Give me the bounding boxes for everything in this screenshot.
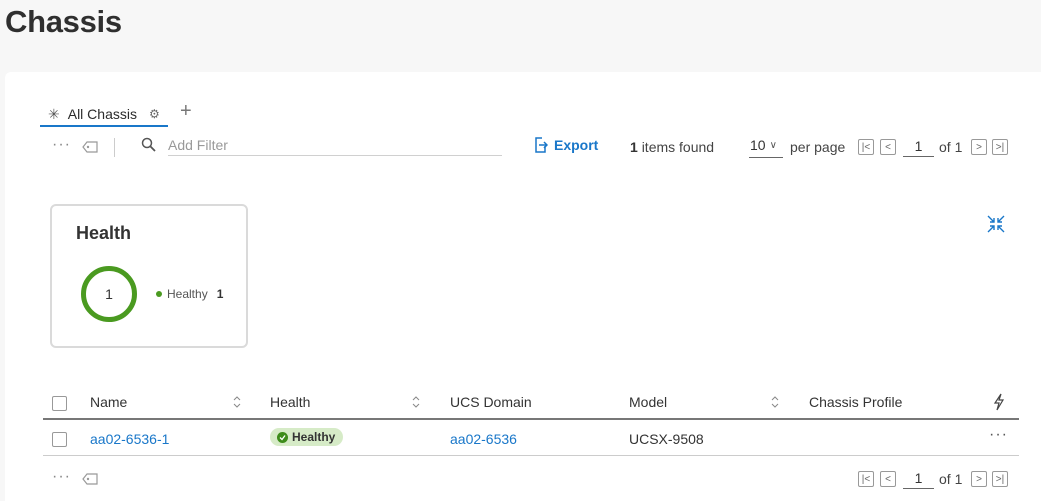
add-tab-icon[interactable]: + [180,100,192,123]
table-row: aa02-6536-1 Healthy aa02-6536 UCSX-9508 … [43,420,1019,456]
status-badge-label: Healthy [292,430,336,444]
tag-icon[interactable] [82,473,98,485]
page-number-input[interactable] [903,467,934,489]
gear-icon[interactable]: ⚙ [149,107,160,121]
row-model: UCSX-9508 [629,431,704,447]
more-actions-icon[interactable]: ··· [52,468,71,486]
chevron-down-icon: ∨ [769,139,777,151]
bolt-icon[interactable] [993,393,1005,411]
toolbar: ··· Export 1 items found 10 ∨ per page [5,134,1041,160]
first-page-button[interactable]: |< [858,471,874,487]
tag-icon[interactable] [82,141,98,153]
health-total: 1 [105,286,113,302]
page-title: Chassis [5,4,122,39]
check-icon [277,431,288,443]
export-button[interactable]: Export [533,137,598,153]
page-total: of 1 [939,471,963,487]
bottom-toolbar: ··· |< < of 1 > >| [5,466,1041,492]
health-donut[interactable]: 1 [81,266,137,322]
next-page-button[interactable]: > [971,139,987,155]
items-found: 1 items found [630,139,714,155]
column-header-ucs-domain[interactable]: UCS Domain [450,394,532,410]
last-page-button[interactable]: >| [992,471,1008,487]
tab-all-chassis[interactable]: ✳ All Chassis ⚙ [40,103,168,127]
export-label: Export [554,137,599,153]
items-found-label: items found [641,139,715,155]
per-page-select[interactable]: 10 ∨ [749,136,783,158]
widget-title: Health [76,223,132,243]
table-header: Name Health UCS Domain Model Chassis Pro… [43,390,1019,420]
toolbar-divider [114,138,115,157]
page-number-input[interactable] [903,135,934,157]
collapse-icon[interactable] [987,215,1005,233]
column-header-health[interactable]: Health [270,394,310,410]
health-widget: Health 1 Healthy 1 [50,204,248,348]
asterisk-icon: ✳ [48,105,60,122]
export-icon [535,137,548,153]
select-all-checkbox[interactable] [52,396,67,411]
status-badge: Healthy [270,428,344,446]
per-page-value: 10 [750,137,766,153]
legend-item-healthy[interactable]: Healthy 1 [156,287,223,301]
legend-dot [156,291,162,297]
row-checkbox[interactable] [52,432,67,447]
legend-label: Healthy [167,287,208,301]
sort-icon[interactable] [233,396,241,408]
column-header-model[interactable]: Model [629,394,667,410]
prev-page-button[interactable]: < [880,139,896,155]
sort-icon[interactable] [771,396,779,408]
row-ucs-domain-link[interactable]: aa02-6536 [450,431,517,447]
legend-count: 1 [216,287,224,301]
page-total: of 1 [939,139,963,155]
per-page-label: per page [790,139,846,155]
items-count: 1 [630,139,638,155]
more-actions-icon[interactable]: ··· [52,136,71,154]
tab-label: All Chassis [67,106,137,122]
column-header-name[interactable]: Name [90,394,127,410]
column-header-chassis-profile[interactable]: Chassis Profile [809,394,902,410]
next-page-button[interactable]: > [971,471,987,487]
prev-page-button[interactable]: < [880,471,896,487]
chassis-card: ✳ All Chassis ⚙ + ··· Export 1 items fou… [5,72,1041,501]
last-page-button[interactable]: >| [992,139,1008,155]
first-page-button[interactable]: |< [858,139,874,155]
filter-input[interactable] [168,134,502,156]
sort-icon[interactable] [412,396,420,408]
row-name-link[interactable]: aa02-6536-1 [90,431,169,447]
row-actions-icon[interactable]: ··· [989,426,1008,444]
search-icon [141,137,156,152]
